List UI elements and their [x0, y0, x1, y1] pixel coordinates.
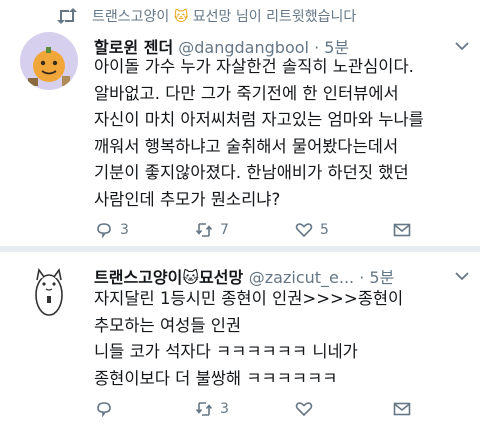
- direct-message-button[interactable]: [392, 397, 412, 421]
- reply-icon: [97, 402, 111, 418]
- timestamp[interactable]: · 5분: [359, 268, 394, 287]
- like-button[interactable]: [294, 397, 320, 421]
- heart-icon: [295, 402, 313, 417]
- retweeter-name[interactable]: 트랜스고양이: [92, 9, 169, 25]
- cat-emoji-icon: 🐱: [173, 9, 189, 25]
- like-count: 5: [320, 222, 329, 238]
- retweet-icon: [195, 223, 213, 237]
- display-name[interactable]: 트랜스고양이🐱묘선망: [94, 268, 249, 287]
- tweet-text-line: 알바없고. 다만 그가 죽기전에 한 인터뷰에서: [94, 83, 399, 103]
- tweet-text-line: 추모하는 여성들 인권: [94, 315, 242, 335]
- retweet-icon: [195, 402, 213, 416]
- tweet-text-line: 니들 코가 석자다 ㅋㅋㅋㅋㅋㅋ 니네가: [94, 342, 358, 361]
- chevron-down-icon[interactable]: [454, 40, 470, 52]
- retweet-icon: [57, 8, 77, 24]
- tweet-text-line: 깨워서 행복하냐고 술취해서 물어봤다는데서: [94, 136, 399, 156]
- retweet-count: 7: [220, 222, 229, 238]
- tweet-text-line: 기분이 좋지않아졌다. 한남애비가 하던짓 했던: [94, 163, 409, 182]
- avatar[interactable]: [20, 32, 78, 90]
- heart-icon: [295, 223, 313, 238]
- tweet-text-line: 자신이 마치 아저씨처럼 자고있는 엄마와 누나를: [94, 110, 424, 129]
- chevron-down-icon[interactable]: [454, 270, 470, 282]
- retweet-notice: 트랜스고양이 🐱 묘선망 님이 리트윗했습니다: [0, 0, 480, 32]
- display-name-text: 트랜스고양이: [94, 268, 183, 287]
- tweet-text: 자지달린 1등시민 종현이 인권>>>>종현이 추모하는 여성들 인권 니들 코…: [94, 286, 470, 392]
- tweet-text-line: 사람인데 추모가 뭔소리냐?: [94, 189, 281, 209]
- tweet-text-line: 아이돌 가수 누가 자살한건 솔직히 노관심이다.: [94, 57, 414, 76]
- tweet-actions: 3 7 5: [94, 218, 474, 242]
- like-button[interactable]: 5: [294, 218, 329, 242]
- tweet-text-line: 종현이보다 더 불쌍해 ㅋㅋㅋㅋㅋㅋ: [94, 368, 338, 388]
- tweet-actions: 3: [94, 397, 474, 421]
- user-handle[interactable]: @zazicut_e...: [249, 268, 354, 287]
- tweet[interactable]: 할로윈 젠더 @dangdangbool · 5분 아이돌 가수 누가 자살한건…: [0, 32, 480, 244]
- avatar[interactable]: [20, 262, 78, 320]
- tweet[interactable]: 트랜스고양이🐱묘선망 @zazicut_e... · 5분 자지달린 1등시민 …: [0, 252, 480, 430]
- direct-message-button[interactable]: [392, 218, 412, 242]
- retweet-button[interactable]: 3: [194, 397, 229, 421]
- tweet-text: 아이돌 가수 누가 자살한건 솔직히 노관심이다. 알바없고. 다만 그가 죽기…: [94, 54, 470, 213]
- reply-button[interactable]: 3: [94, 218, 129, 242]
- retweet-notice-suffix: 묘선망 님이 리트윗했습니다: [192, 9, 357, 25]
- reply-count: 3: [120, 222, 129, 238]
- reply-button[interactable]: [94, 397, 120, 421]
- display-name-suffix: 묘선망: [199, 268, 244, 287]
- tweet-header: 트랜스고양이🐱묘선망 @zazicut_e... · 5분: [94, 264, 394, 288]
- retweet-button[interactable]: 7: [194, 218, 229, 242]
- tweet-text-line: 자지달린 1등시민 종현이 인권>>>>종현이: [94, 289, 404, 308]
- reply-icon: [97, 223, 111, 239]
- retweet-notice-text[interactable]: 트랜스고양이 🐱 묘선망 님이 리트윗했습니다: [92, 6, 356, 26]
- envelope-icon: [393, 223, 411, 237]
- envelope-icon: [393, 402, 411, 416]
- cat-emoji-icon: 🐱: [182, 268, 200, 287]
- retweet-count: 3: [220, 401, 229, 417]
